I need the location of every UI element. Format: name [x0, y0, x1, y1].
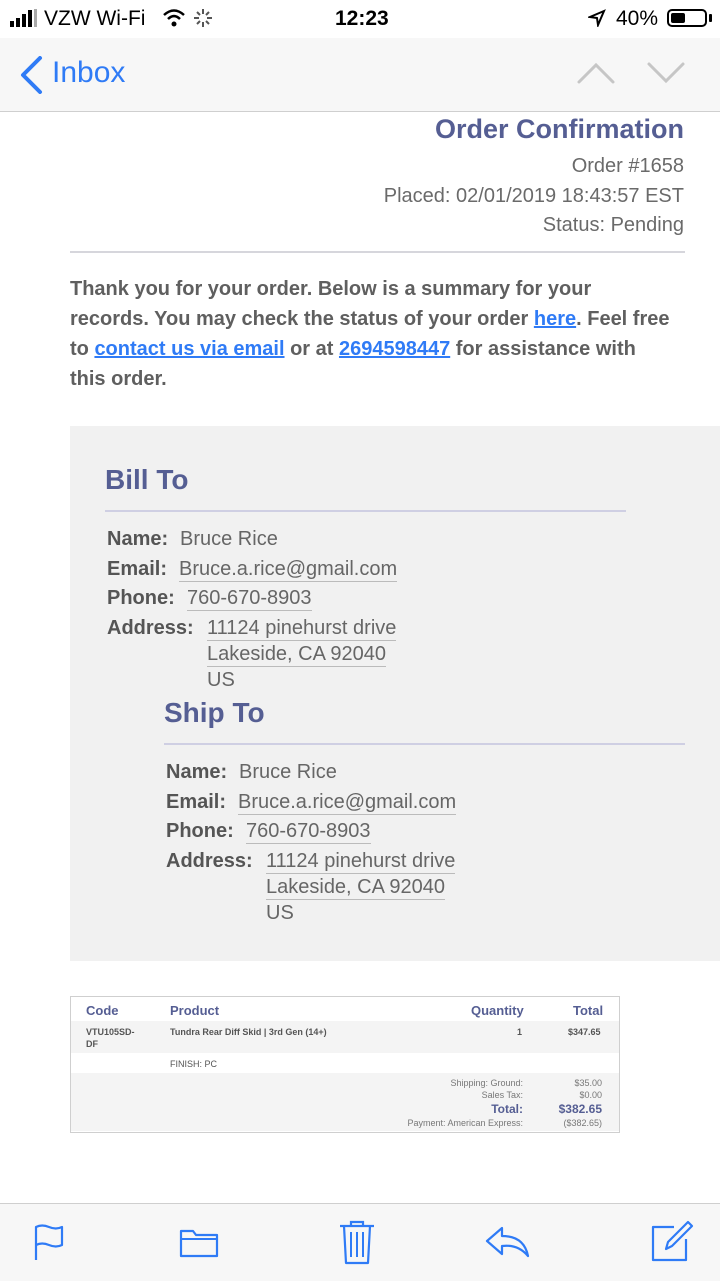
item-quantity: 1	[517, 1027, 523, 1037]
col-header-product: Product	[170, 1003, 220, 1018]
col-header-total: Total	[573, 1003, 604, 1018]
ship-country: US	[266, 902, 294, 924]
page-title: Order Confirmation	[434, 114, 684, 144]
bill-to-title: Bill To	[105, 464, 189, 495]
clock: 12:23	[335, 7, 389, 30]
order-placed: Placed: 02/01/2019 18:43:57 EST	[383, 185, 684, 207]
item-total: $347.65	[568, 1027, 601, 1037]
col-header-quantity: Quantity	[471, 1003, 524, 1018]
bill-address-line1[interactable]: 11124 pinehurst drive	[207, 617, 397, 641]
ship-name: Bruce Rice	[239, 761, 337, 783]
battery-icon	[667, 9, 707, 27]
bill-phone-link[interactable]: 760-670-8903	[187, 587, 312, 611]
reply-icon[interactable]	[484, 1225, 530, 1259]
tax-value: $0.00	[579, 1090, 602, 1100]
previous-message-icon[interactable]	[576, 60, 616, 86]
wifi-icon	[163, 9, 185, 27]
tax-label: Sales Tax:	[481, 1090, 523, 1100]
status-bar: VZW Wi-Fi 12:23 40%	[0, 0, 720, 38]
divider	[70, 251, 685, 253]
totals-block	[71, 1073, 619, 1131]
phone-link[interactable]: 2694598447	[339, 338, 450, 360]
loading-spinner-icon	[194, 9, 212, 27]
intro-text: or at	[284, 338, 339, 360]
payment-label: Payment: American Express:	[407, 1118, 523, 1128]
bill-name-label: Name:	[107, 528, 169, 550]
payment-value: ($382.65)	[563, 1118, 602, 1128]
bill-address-label: Address:	[107, 617, 194, 639]
shipping-value: $35.00	[574, 1078, 602, 1088]
contact-email-link[interactable]: contact us via email	[94, 338, 284, 360]
bill-email-link[interactable]: Bruce.a.rice@gmail.com	[179, 558, 398, 582]
bill-phone-label: Phone:	[107, 587, 175, 609]
chevron-left-icon	[21, 56, 42, 94]
order-status: Status: Pending	[542, 214, 684, 236]
ship-name-label: Name:	[166, 761, 228, 783]
flag-icon[interactable]	[33, 1224, 65, 1262]
intro-paragraph: Thank you for your order. Below is a sum…	[70, 274, 670, 394]
bill-address-line2[interactable]: Lakeside, CA 92040	[207, 643, 387, 667]
compose-icon[interactable]	[650, 1219, 694, 1263]
signal-icon	[10, 9, 37, 27]
table-row	[71, 1021, 619, 1053]
ship-address-label: Address:	[166, 850, 253, 872]
bill-name: Bruce Rice	[180, 528, 278, 550]
order-table: Code Product Quantity Total VTU105SD- DF…	[70, 996, 620, 1133]
ship-email-label: Email:	[166, 791, 227, 813]
trash-icon[interactable]	[338, 1219, 376, 1265]
item-product: Tundra Rear Diff Skid | 3rd Gen (14+)	[170, 1027, 327, 1037]
ship-phone-link[interactable]: 760-670-8903	[246, 820, 371, 844]
carrier-label: VZW Wi-Fi	[44, 7, 146, 30]
total-label: Total:	[491, 1102, 523, 1116]
ship-address-line2[interactable]: Lakeside, CA 92040	[266, 876, 446, 900]
folder-icon[interactable]	[179, 1226, 219, 1258]
divider	[164, 743, 685, 745]
col-header-code: Code	[86, 1003, 119, 1018]
mail-toolbar	[0, 1203, 720, 1281]
ship-email-link[interactable]: Bruce.a.rice@gmail.com	[238, 791, 457, 815]
divider	[105, 510, 626, 512]
total-value: $382.65	[558, 1102, 602, 1116]
bill-country: US	[207, 669, 235, 691]
next-message-icon[interactable]	[646, 60, 686, 86]
inbox-label: Inbox	[52, 56, 126, 89]
location-arrow-icon	[588, 9, 606, 27]
status-link[interactable]: here	[534, 308, 576, 330]
bill-email-label: Email:	[107, 558, 168, 580]
mail-nav-bar: Inbox	[0, 38, 720, 112]
ship-address-line1[interactable]: 11124 pinehurst drive	[266, 850, 456, 874]
item-code: VTU105SD-	[86, 1027, 135, 1037]
shipping-label: Shipping: Ground:	[450, 1078, 523, 1088]
item-finish: FINISH: PC	[170, 1059, 218, 1069]
battery-percent: 40%	[616, 7, 659, 30]
item-code: DF	[86, 1039, 98, 1049]
ship-to-title: Ship To	[164, 697, 265, 728]
intro-text: Thank you for your order. Below is a sum…	[70, 278, 592, 330]
ship-phone-label: Phone:	[166, 820, 234, 842]
order-number: Order #1658	[571, 155, 684, 177]
